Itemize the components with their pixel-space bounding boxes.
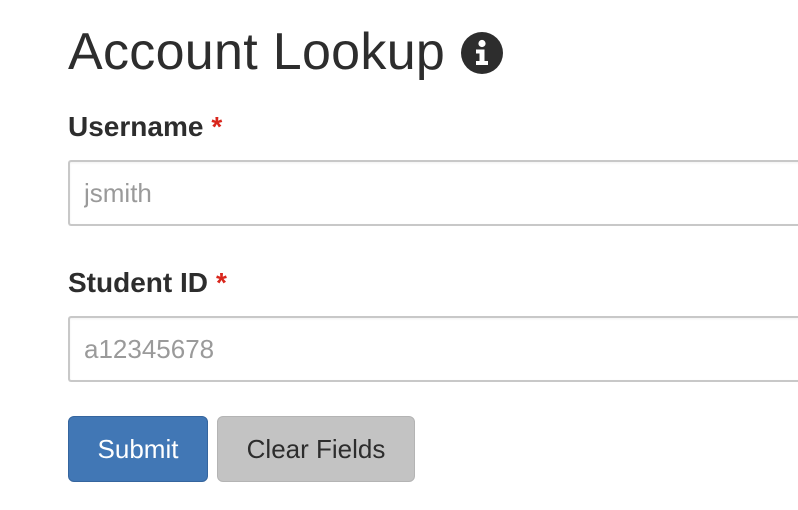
username-label: Username * <box>68 110 798 144</box>
student-id-input[interactable] <box>68 316 798 382</box>
clear-fields-button[interactable]: Clear Fields <box>217 416 415 482</box>
required-asterisk: * <box>211 111 223 142</box>
form-actions: Submit Clear Fields <box>68 416 415 482</box>
page-title: Account Lookup <box>68 23 446 81</box>
student-id-field-group: Student ID * <box>68 266 798 382</box>
student-id-label: Student ID * <box>68 266 798 300</box>
account-lookup-page: Account Lookup Username* Student ID* Sub… <box>0 0 798 510</box>
info-circle-icon[interactable] <box>461 32 504 74</box>
username-field-group: Username * <box>68 110 798 226</box>
username-input[interactable] <box>68 160 798 226</box>
submit-button[interactable]: Submit <box>68 416 208 482</box>
student-id-label-text: Student ID <box>68 267 208 298</box>
username-label-text: Username <box>68 111 204 142</box>
title-row: Account Lookup <box>68 22 504 82</box>
info-glyph <box>476 39 489 65</box>
required-asterisk: * <box>216 267 227 298</box>
